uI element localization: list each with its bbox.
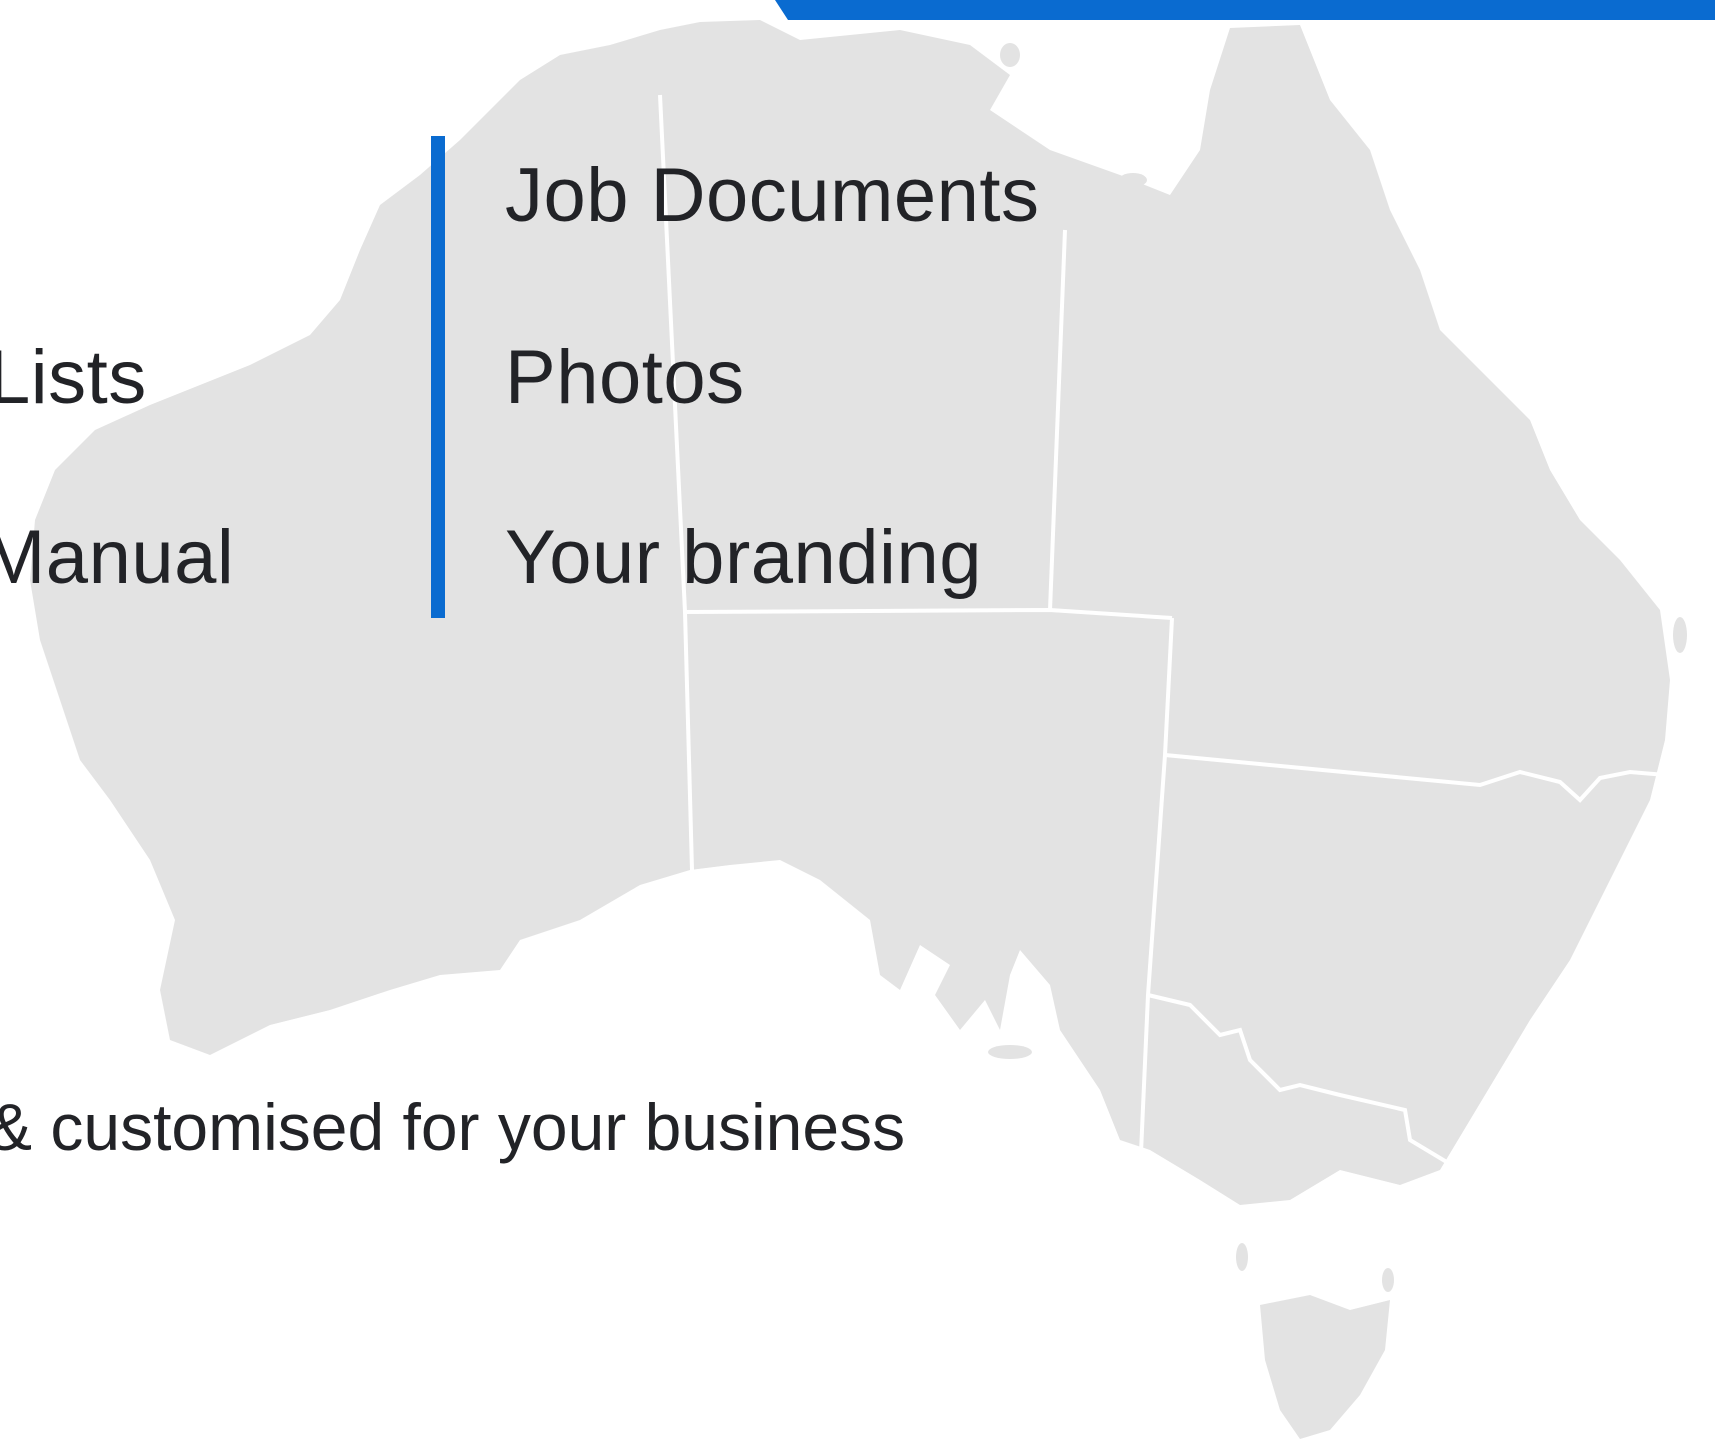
top-banner [775, 0, 1715, 20]
feature-lists-label: Lists [0, 335, 147, 420]
feature-branding-label: Your branding [505, 515, 982, 600]
island [988, 1045, 1032, 1059]
tagline: & customised for your business [0, 1090, 906, 1164]
feature-photos-label: Photos [505, 335, 745, 420]
island [1236, 1243, 1248, 1271]
column-divider [431, 136, 445, 618]
tasmania [1260, 1295, 1390, 1439]
island [1673, 617, 1687, 653]
feature-job-documents-label: Job Documents [505, 153, 1040, 238]
island [1382, 1268, 1394, 1292]
island [1000, 43, 1020, 67]
feature-manual-label: Manual [0, 515, 235, 600]
island [1119, 173, 1147, 187]
